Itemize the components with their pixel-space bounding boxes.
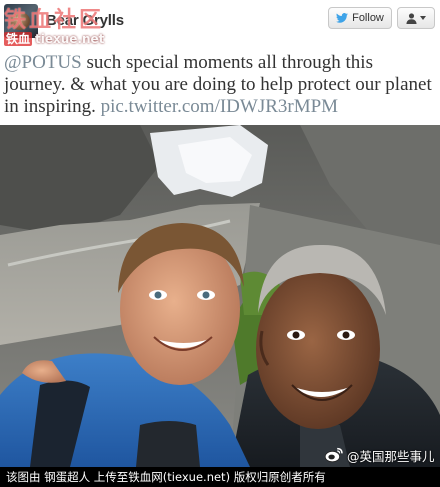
bottom-watermark-bar: 该图由 钢蛋超人 上传至铁血网(tiexue.net) 版权归原创者所有 <box>0 467 440 487</box>
weibo-watermark: @英国那些事儿 <box>324 446 435 464</box>
twitter-bird-icon <box>336 13 349 23</box>
follow-button[interactable]: Follow <box>328 7 392 29</box>
mention-link[interactable]: @POTUS <box>4 52 82 73</box>
follow-label: Follow <box>352 12 384 24</box>
person-icon <box>406 12 417 24</box>
site-watermark-prefix: 铁血 <box>4 32 33 46</box>
weibo-icon <box>324 447 343 463</box>
tweet-photo[interactable] <box>0 125 440 467</box>
selfie-photo-illustration <box>0 125 440 467</box>
user-actions-button[interactable] <box>397 7 435 29</box>
tweet-text: @POTUS such special moments all through … <box>4 52 436 118</box>
site-watermark-url: 铁血 tiexue.net <box>4 30 104 47</box>
caret-down-icon <box>420 16 426 20</box>
site-watermark-domain: tiexue.net <box>35 32 105 46</box>
weibo-account: @英国那些事儿 <box>347 448 435 464</box>
tweet-card: Bear Grylls 铁血社区 铁血 tiexue.net Follow @PO… <box>0 0 440 467</box>
tweet-header: Bear Grylls 铁血社区 铁血 tiexue.net Follow <box>0 0 440 47</box>
photo-link[interactable]: pic.twitter.com/IDWJR3rMPM <box>101 96 338 117</box>
